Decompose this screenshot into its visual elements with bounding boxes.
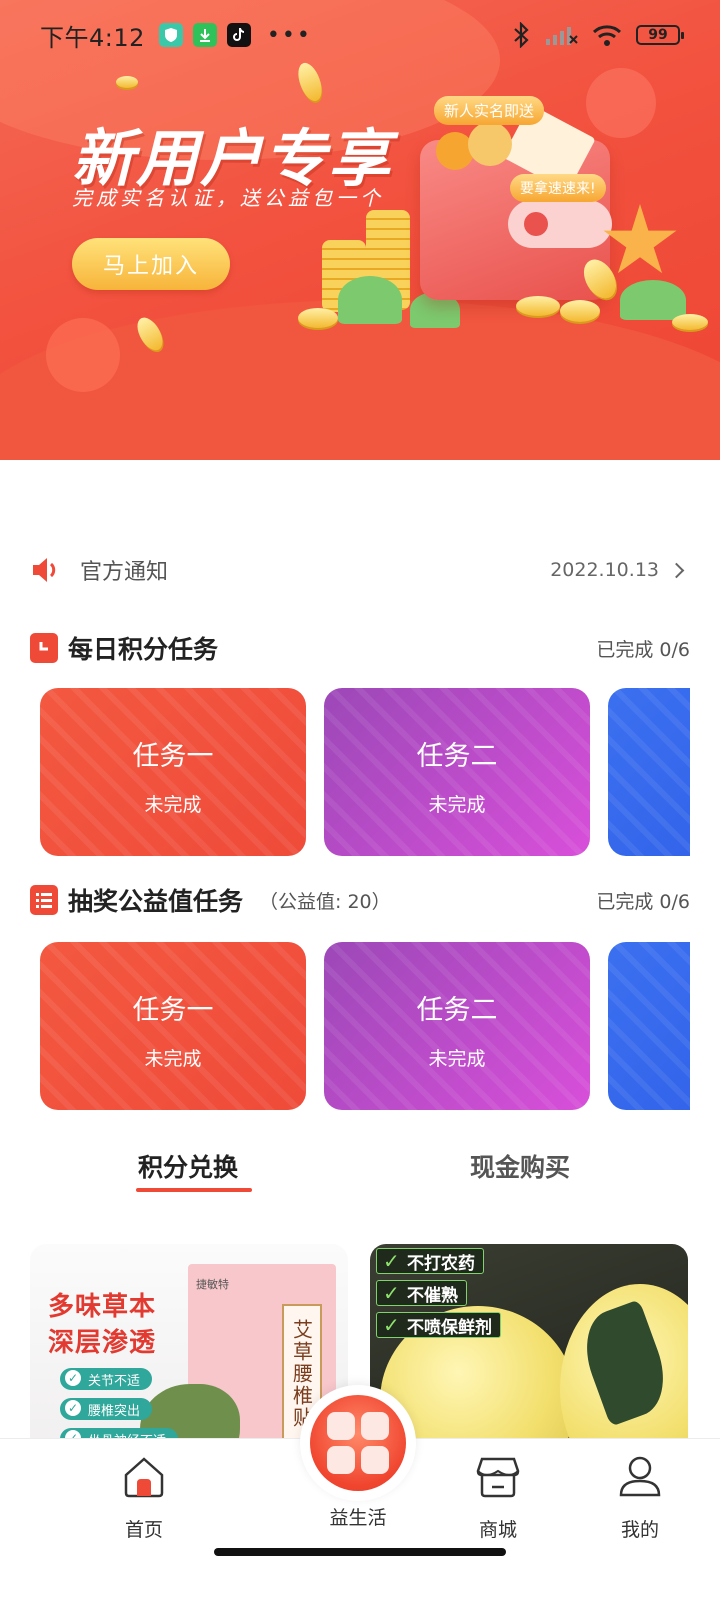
- battery-icon: 99: [636, 25, 684, 45]
- fruit-decor: [468, 122, 512, 166]
- signal-icon: [546, 27, 578, 45]
- nav-life-label: 益生活: [329, 1507, 387, 1529]
- coin-decor: [560, 300, 600, 322]
- task-card[interactable]: 任务一 未完成: [40, 688, 306, 856]
- task-card[interactable]: 任务一 未完成: [40, 942, 306, 1110]
- tab-points-exchange[interactable]: 积分兑换: [138, 1148, 238, 1184]
- promo-banner[interactable]: 下午4:12 ••• 99 新用户专享 完成实名认证，送公益包一个 马上加入 新…: [0, 0, 720, 460]
- home-icon: [124, 1457, 164, 1498]
- nav-store[interactable]: 商城: [448, 1453, 548, 1542]
- download-app-icon: [192, 23, 217, 47]
- status-time: 下午4:12: [40, 23, 145, 52]
- coin-decor: [116, 76, 138, 88]
- profile-icon: [619, 1456, 661, 1497]
- task-title: 任务二: [416, 741, 498, 772]
- product-check-badge: 不打农药: [376, 1248, 484, 1274]
- status-bar: 下午4:12 ••• 99: [0, 0, 720, 70]
- lottery-task-carousel[interactable]: 任务一 未完成 任务二 未完成: [40, 942, 690, 1110]
- bottom-navigation: 首页 益生活 商城 我的: [0, 1385, 720, 1600]
- task-card[interactable]: 任务二 未完成: [324, 942, 590, 1110]
- task-status: 未完成: [144, 1048, 202, 1070]
- daily-task-carousel[interactable]: 任务一 未完成 任务二 未完成: [40, 688, 690, 856]
- join-now-button[interactable]: 马上加入: [72, 238, 230, 290]
- task-status: 未完成: [144, 794, 202, 816]
- nav-profile-label: 我的: [620, 1519, 659, 1541]
- task-title: 任务一: [132, 995, 214, 1026]
- plant-decor: [338, 276, 402, 324]
- battery-level: 99: [648, 27, 668, 43]
- official-notice-row[interactable]: 官方通知 2022.10.13: [30, 550, 690, 590]
- task-card[interactable]: 任务二 未完成: [324, 688, 590, 856]
- banner-subtitle: 完成实名认证，送公益包一个: [72, 186, 384, 210]
- nav-profile[interactable]: 我的: [590, 1453, 690, 1542]
- nav-home[interactable]: 首页: [94, 1453, 194, 1542]
- daily-tasks-title: 每日积分任务: [68, 635, 219, 664]
- app-screen: 下午4:12 ••• 99 新用户专享 完成实名认证，送公益包一个 马上加入 新…: [0, 0, 720, 1600]
- wallet-clasp: [508, 200, 612, 248]
- notice-label: 官方通知: [80, 560, 169, 585]
- bluetooth-icon: [514, 22, 529, 48]
- charity-value: （公益值: 20）: [259, 890, 391, 913]
- shop-tabs: 积分兑换 现金购买: [0, 1148, 720, 1198]
- coin-decor: [672, 314, 708, 330]
- store-icon: [476, 1457, 520, 1498]
- lottery-tasks-progress: 已完成 0/6: [596, 890, 690, 913]
- nav-store-label: 商城: [478, 1519, 517, 1541]
- active-tab-indicator: [136, 1188, 252, 1192]
- card-pattern: [608, 942, 690, 1110]
- notice-date: 2022.10.13: [550, 559, 659, 581]
- list-icon: [30, 885, 58, 915]
- product-brand: 捷敏特: [196, 1278, 229, 1291]
- product-headline: 深层渗透: [48, 1328, 157, 1358]
- task-card[interactable]: [608, 942, 690, 1110]
- task-status: 未完成: [428, 794, 486, 816]
- feature-pill: 腰椎突出: [60, 1398, 153, 1420]
- home-indicator[interactable]: [214, 1548, 506, 1556]
- coin-decor: [298, 308, 338, 328]
- plant-decor: [620, 280, 686, 320]
- card-pattern: [608, 688, 690, 856]
- tag-new-user: 新人实名即送: [434, 96, 545, 125]
- coin-decor: [516, 296, 560, 316]
- daily-tasks-header: 每日积分任务 已完成 0/6: [30, 628, 690, 668]
- task-title: 任务二: [416, 995, 498, 1026]
- product-headline: 多味草本: [48, 1292, 157, 1322]
- product-check-badge: 不喷保鲜剂: [376, 1312, 501, 1338]
- star-icon: [603, 204, 677, 274]
- tag-hurry: 要拿速速来!: [510, 174, 606, 202]
- lottery-tasks-header: 抽奖公益值任务 （公益值: 20） 已完成 0/6: [30, 880, 690, 920]
- product-check-badge: 不催熟: [376, 1280, 467, 1306]
- nav-home-label: 首页: [124, 1519, 163, 1541]
- speaker-icon: [33, 558, 56, 582]
- tiktok-app-icon: [226, 23, 251, 47]
- wifi-icon: [592, 25, 622, 46]
- more-notifications-icon: •••: [266, 22, 312, 48]
- banner-decor: [46, 318, 120, 392]
- daily-tasks-progress: 已完成 0/6: [596, 638, 690, 661]
- task-title: 任务一: [132, 741, 214, 772]
- task-card[interactable]: [608, 688, 690, 856]
- chevron-right-icon: [668, 562, 685, 578]
- tab-cash-purchase[interactable]: 现金购买: [470, 1148, 570, 1184]
- lottery-tasks-title: 抽奖公益值任务: [68, 887, 244, 916]
- shield-app-icon: [158, 23, 183, 47]
- apps-icon: [310, 1395, 406, 1491]
- task-status: 未完成: [428, 1048, 486, 1070]
- feature-pill: 关节不适: [60, 1368, 153, 1390]
- clock-icon: [30, 633, 58, 663]
- nav-center-button[interactable]: [300, 1385, 416, 1501]
- banner-decor: [586, 68, 656, 138]
